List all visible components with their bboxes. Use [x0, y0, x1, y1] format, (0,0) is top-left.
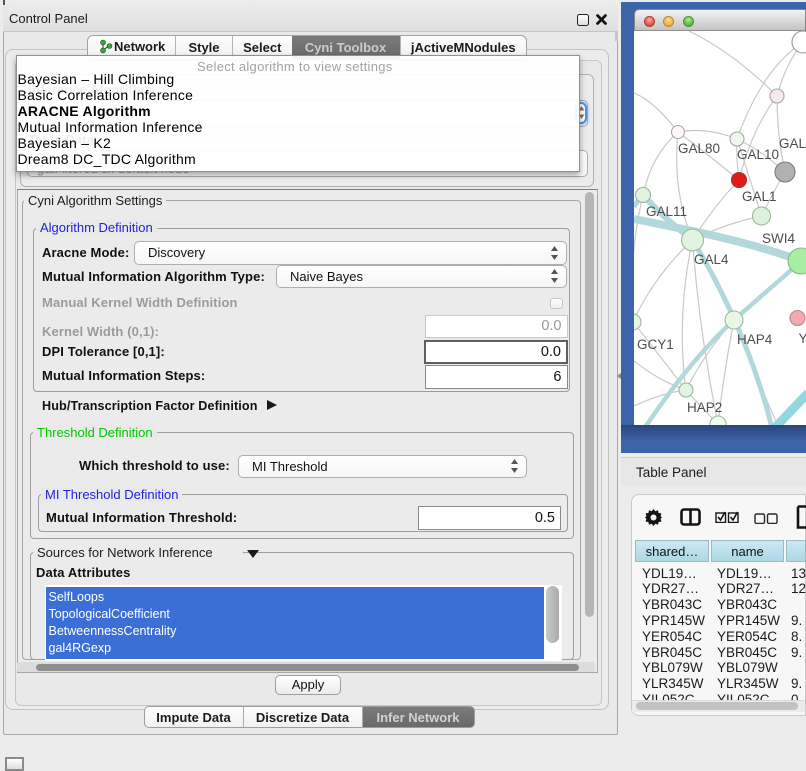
svg-text:GAL10: GAL10: [737, 147, 779, 162]
svg-text:GAL80: GAL80: [678, 141, 720, 156]
svg-text:GAL1: GAL1: [742, 189, 777, 204]
svg-text:HAP2: HAP2: [687, 400, 722, 415]
svg-text:HAP4: HAP4: [737, 332, 773, 347]
svg-text:GAL11: GAL11: [646, 204, 687, 219]
svg-text:GCY1: GCY1: [637, 337, 674, 352]
svg-text:Y: Y: [799, 331, 806, 346]
svg-text:GAL2: GAL2: [779, 136, 806, 151]
svg-text:GAL4: GAL4: [694, 252, 729, 267]
svg-text:SWI4: SWI4: [762, 231, 795, 246]
